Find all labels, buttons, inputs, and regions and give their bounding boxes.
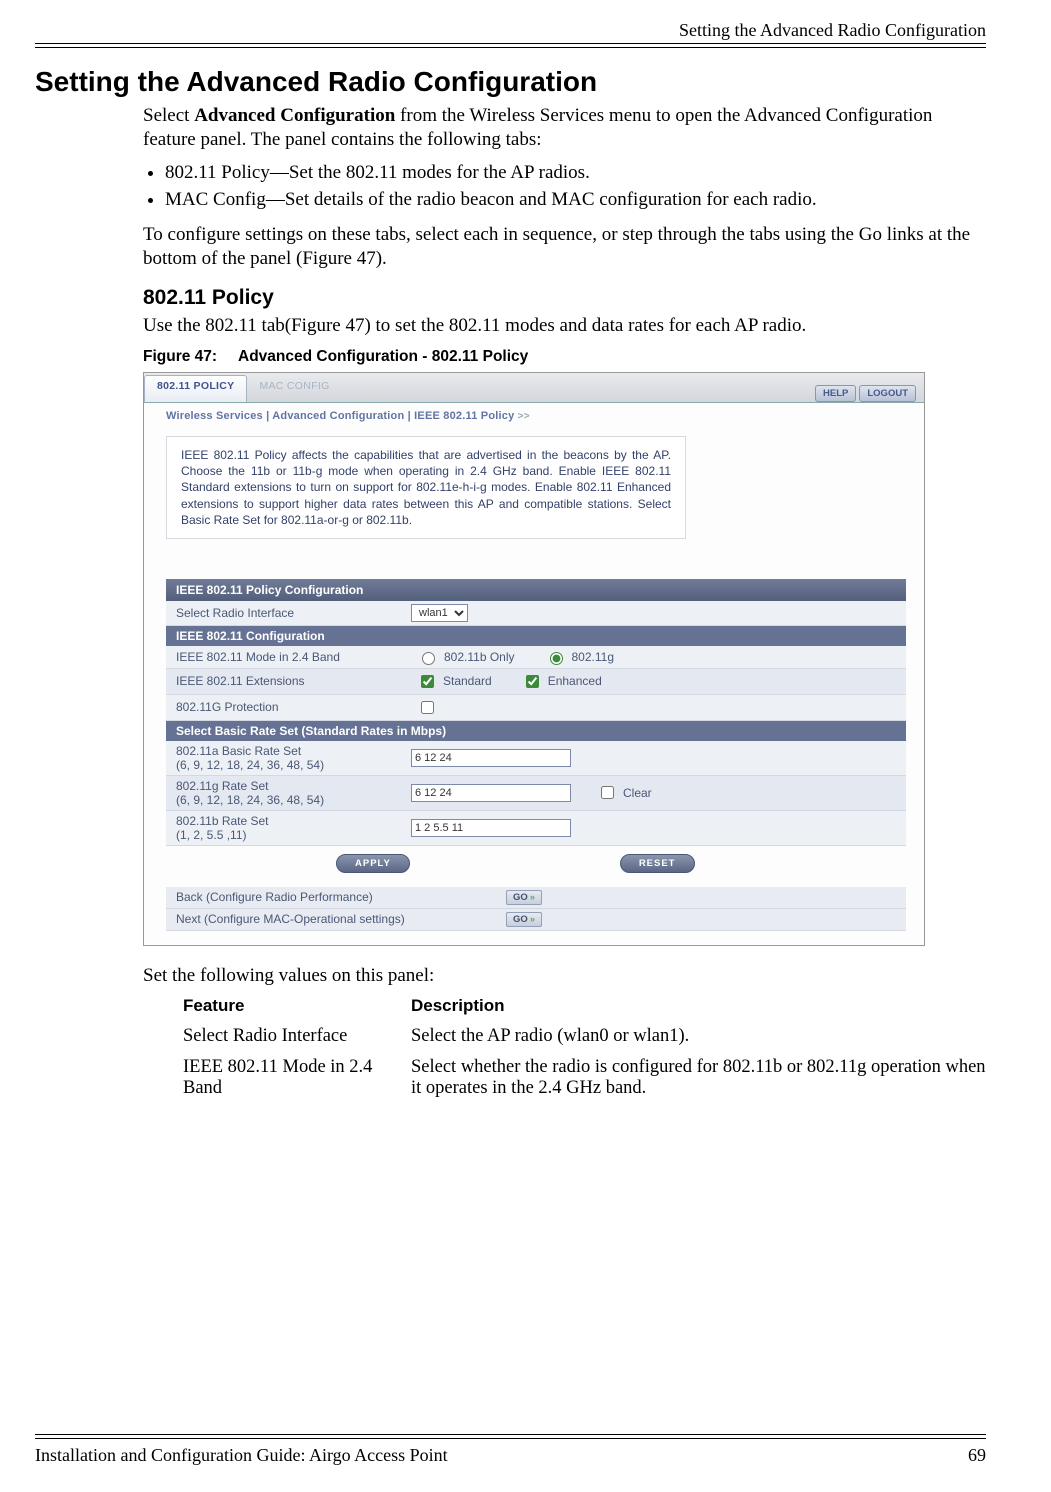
label-11g-protection: 802.11G Protection xyxy=(176,700,411,714)
table-cell-description: Select the AP radio (wlan0 or wlan1). xyxy=(411,1026,986,1047)
subsection-paragraph: Use the 802.11 tab(Figure 47) to set the… xyxy=(143,314,986,338)
chevron-right-icon: » xyxy=(530,914,535,925)
help-button[interactable]: HELP xyxy=(815,385,856,402)
footer-left-text: Installation and Configuration Guide: Ai… xyxy=(35,1445,448,1466)
figure-title: Advanced Configuration - 802.11 Policy xyxy=(238,348,528,365)
row-11g-rate: 802.11g Rate Set (6, 9, 12, 18, 24, 36, … xyxy=(166,776,906,811)
header-rule-thin xyxy=(35,47,986,48)
subsection-title: 802.11 Policy xyxy=(143,286,986,310)
section-header-rate-set: Select Basic Rate Set (Standard Rates in… xyxy=(166,721,906,741)
row-11b-rate: 802.11b Rate Set (1, 2, 5.5 ,11) xyxy=(166,811,906,846)
page-number: 69 xyxy=(968,1445,986,1466)
running-header: Setting the Advanced Radio Configuration xyxy=(35,20,986,41)
breadcrumb-text: Wireless Services | Advanced Configurati… xyxy=(166,410,514,422)
input-11b-rate[interactable] xyxy=(411,819,571,837)
figure-caption: Figure 47:Advanced Configuration - 802.1… xyxy=(143,348,986,366)
radio-80211b-label: 802.11b Only xyxy=(444,650,515,664)
label-11g-rate: 802.11g Rate Set (6, 9, 12, 18, 24, 36, … xyxy=(176,779,411,807)
button-row: APPLY RESET xyxy=(166,846,906,881)
after-bullets-paragraph: To configure settings on these tabs, sel… xyxy=(143,223,986,271)
label-select-radio: Select Radio Interface xyxy=(176,606,411,620)
footer-rule-thin xyxy=(35,1434,986,1435)
input-11a-rate[interactable] xyxy=(411,749,571,767)
checkbox-11g-protection[interactable] xyxy=(421,701,434,714)
intro-bold: Advanced Configuration xyxy=(194,105,395,126)
nav-next-label: Next (Configure MAC-Operational settings… xyxy=(176,912,506,926)
tab-mac-config[interactable]: MAC CONFIG xyxy=(247,376,341,402)
label-11a-rate: 802.11a Basic Rate Set (6, 9, 12, 18, 24… xyxy=(176,744,411,772)
chevron-right-icon: » xyxy=(530,892,535,903)
nav-back-label: Back (Configure Radio Performance) xyxy=(176,890,506,904)
go-back-button[interactable]: GO» xyxy=(506,890,542,905)
select-radio-interface[interactable]: wlan1 xyxy=(411,604,468,622)
input-11g-rate[interactable] xyxy=(411,784,571,802)
checkbox-enhanced[interactable]: Enhanced xyxy=(522,672,602,691)
checkbox-standard-label: Standard xyxy=(443,674,492,688)
nav-back-row: Back (Configure Radio Performance) GO» xyxy=(166,887,906,909)
label-extensions: IEEE 802.11 Extensions xyxy=(176,674,411,688)
screenshot-panel: 802.11 POLICY MAC CONFIG HELP LOGOUT Wir… xyxy=(143,372,925,946)
table-header-feature: Feature xyxy=(183,996,383,1016)
list-item: 802.11 Policy—Set the 802.11 modes for t… xyxy=(165,160,986,186)
checkbox-standard[interactable]: Standard xyxy=(417,672,492,691)
table-cell-feature: IEEE 802.11 Mode in 2.4 Band xyxy=(183,1057,383,1099)
row-11a-rate: 802.11a Basic Rate Set (6, 9, 12, 18, 24… xyxy=(166,741,906,776)
row-select-radio: Select Radio Interface wlan1 xyxy=(166,601,906,626)
go-next-button[interactable]: GO» xyxy=(506,912,542,927)
checkbox-clear[interactable]: Clear xyxy=(597,783,652,802)
section-header-ieee-config: IEEE 802.11 Configuration xyxy=(166,626,906,646)
page-footer: Installation and Configuration Guide: Ai… xyxy=(35,1434,986,1466)
radio-80211g[interactable]: 802.11g xyxy=(545,649,615,665)
label-11b-rate: 802.11b Rate Set (1, 2, 5.5 ,11) xyxy=(176,814,411,842)
list-item: MAC Config—Set details of the radio beac… xyxy=(165,187,986,213)
post-figure-paragraph: Set the following values on this panel: xyxy=(143,964,986,988)
row-mode-24band: IEEE 802.11 Mode in 2.4 Band 802.11b Onl… xyxy=(166,646,906,669)
checkbox-enhanced-label: Enhanced xyxy=(548,674,602,688)
row-extensions: IEEE 802.11 Extensions Standard Enhanced xyxy=(166,669,906,695)
go-text: GO xyxy=(513,892,528,903)
go-text: GO xyxy=(513,914,528,925)
bullet-list: 802.11 Policy—Set the 802.11 modes for t… xyxy=(165,160,986,213)
radio-80211b-only[interactable]: 802.11b Only xyxy=(417,649,515,665)
intro-paragraph: Select Advanced Configuration from the W… xyxy=(143,104,986,152)
table-cell-description: Select whether the radio is configured f… xyxy=(411,1057,986,1099)
apply-button[interactable]: APPLY xyxy=(336,854,410,873)
tab-80211-policy[interactable]: 802.11 POLICY xyxy=(144,375,247,402)
tab-bar: 802.11 POLICY MAC CONFIG HELP LOGOUT xyxy=(144,373,924,403)
nav-next-row: Next (Configure MAC-Operational settings… xyxy=(166,909,906,931)
logout-button[interactable]: LOGOUT xyxy=(859,385,916,402)
footer-rule-thick xyxy=(35,1438,986,1439)
checkbox-clear-label: Clear xyxy=(623,786,652,800)
radio-80211g-label: 802.11g xyxy=(572,650,615,664)
row-11g-protection: 802.11G Protection xyxy=(166,695,906,721)
feature-table: Feature Description Select Radio Interfa… xyxy=(183,996,986,1099)
table-cell-feature: Select Radio Interface xyxy=(183,1026,383,1047)
info-description: IEEE 802.11 Policy affects the capabilit… xyxy=(166,436,686,539)
intro-pre: Select xyxy=(143,105,194,126)
reset-button[interactable]: RESET xyxy=(620,854,695,873)
section-header-policy-config: IEEE 802.11 Policy Configuration xyxy=(166,579,906,601)
table-header-description: Description xyxy=(411,996,986,1016)
breadcrumb: Wireless Services | Advanced Configurati… xyxy=(144,403,924,436)
breadcrumb-sep-icon: >> xyxy=(518,411,530,422)
header-rule-thick xyxy=(35,43,986,44)
figure-label: Figure 47: xyxy=(143,348,238,366)
page-title: Setting the Advanced Radio Configuration xyxy=(35,66,986,98)
label-mode-24band: IEEE 802.11 Mode in 2.4 Band xyxy=(176,650,411,664)
